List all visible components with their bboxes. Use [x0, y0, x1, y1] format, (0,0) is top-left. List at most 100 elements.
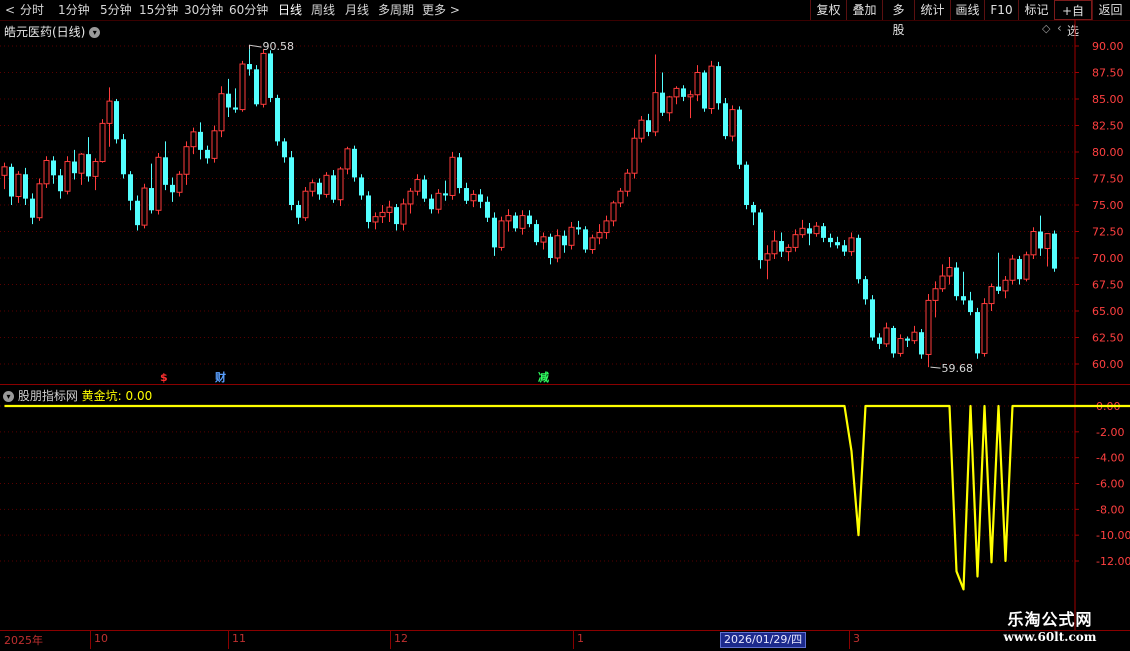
period-tab-fenshi[interactable]: 分时 — [20, 2, 44, 18]
indicator-chart[interactable]: 0.00-2.00-4.00-6.00-8.00-10.00-12.00 — [0, 385, 1130, 630]
candle-body-up — [814, 226, 819, 233]
candle-body-down — [254, 69, 259, 104]
candle-body-down — [422, 180, 427, 199]
candle-body-down — [58, 175, 63, 191]
y-axis-label: 60.00 — [1092, 358, 1124, 371]
multi-stock-button[interactable]: 多股 — [882, 0, 914, 20]
candle-body-down — [331, 175, 336, 199]
candle-body-down — [23, 174, 28, 198]
candle-body-down — [835, 242, 840, 245]
candle-body-up — [982, 304, 987, 354]
candle-body-up — [989, 287, 994, 304]
indicator-series-value: 0.00 — [126, 389, 153, 403]
candle-body-down — [548, 237, 553, 258]
mark-button[interactable]: 标记 — [1018, 0, 1054, 20]
candle-body-up — [1045, 234, 1050, 249]
candle-body-down — [30, 199, 35, 218]
candle-body-up — [1003, 280, 1008, 291]
candle-body-down — [359, 177, 364, 195]
time-axis-tick — [90, 631, 91, 649]
candle-body-up — [79, 154, 84, 173]
high-price-label: 90.58 — [263, 40, 295, 53]
candle-body-down — [744, 165, 749, 205]
candle-body-down — [226, 94, 231, 108]
period-tab-30min[interactable]: 30分钟 — [184, 2, 223, 18]
period-tab-multi[interactable]: 多周期 — [378, 2, 414, 18]
candle-body-down — [919, 332, 924, 354]
return-button[interactable]: 返回 — [1092, 0, 1128, 20]
candle-body-down — [429, 199, 434, 210]
candle-body-down — [1017, 259, 1022, 279]
candle-body-up — [1010, 259, 1015, 280]
watermark-url: www.60lt.com — [985, 630, 1115, 644]
candle-body-up — [793, 235, 798, 248]
candle-body-down — [149, 188, 154, 210]
draw-line-button[interactable]: 画线 — [950, 0, 984, 20]
candle-body-down — [1052, 234, 1057, 269]
candle-body-up — [597, 233, 602, 238]
fuquan-button[interactable]: 复权 — [810, 0, 846, 20]
stock-title: 皓元医药(日线) — [4, 25, 85, 39]
candle-body-up — [93, 162, 98, 177]
candle-body-up — [373, 217, 378, 222]
candle-body-up — [415, 180, 420, 192]
period-tab-monthly[interactable]: 月线 — [345, 2, 369, 18]
candle-body-down — [534, 224, 539, 242]
candle-body-up — [471, 194, 476, 200]
candle-body-up — [653, 93, 658, 132]
candle-body-down — [646, 120, 651, 132]
event-marker: 财 — [214, 370, 226, 384]
candle-body-up — [625, 173, 630, 191]
candle-body-down — [870, 299, 875, 337]
candle-body-down — [702, 73, 707, 109]
overlay-button[interactable]: 叠加 — [846, 0, 882, 20]
y-axis-label: -12.00 — [1096, 555, 1130, 568]
back-arrow-icon[interactable]: < — [5, 2, 15, 18]
candle-body-up — [604, 221, 609, 233]
period-tab-more[interactable]: 更多 > — [422, 2, 460, 18]
candle-body-up — [569, 227, 574, 245]
candle-body-down — [842, 245, 847, 251]
indicator-title-bar: ▾ 股朋指标网 黄金坑: 0.00 — [3, 387, 152, 404]
chevron-down-icon[interactable]: ▾ — [89, 27, 100, 38]
candle-body-up — [65, 162, 70, 192]
candle-body-down — [352, 149, 357, 178]
candlestick-chart[interactable]: 90.0087.5085.0082.5080.0077.5075.0072.50… — [0, 20, 1130, 385]
candle-body-up — [184, 147, 189, 175]
f10-button[interactable]: F10 — [984, 0, 1018, 20]
candle-body-down — [317, 183, 322, 195]
candle-body-down — [457, 157, 462, 188]
candle-body-up — [261, 53, 266, 104]
candle-body-down — [968, 300, 973, 312]
candle-body-down — [527, 216, 532, 224]
watermark-title: 乐淘公式网 — [985, 606, 1115, 630]
candle-body-up — [940, 276, 945, 289]
period-tab-15min[interactable]: 15分钟 — [139, 2, 178, 18]
period-tab-weekly[interactable]: 周线 — [311, 2, 335, 18]
period-tab-60min[interactable]: 60分钟 — [229, 2, 268, 18]
chevron-left-icon[interactable]: ‹ — [1057, 21, 1062, 35]
period-tab-5min[interactable]: 5分钟 — [100, 2, 132, 18]
time-axis-label: 3 — [853, 632, 860, 645]
period-tab-1min[interactable]: 1分钟 — [58, 2, 90, 18]
time-axis-tick — [228, 631, 229, 649]
statistics-button[interactable]: 统计 — [914, 0, 950, 20]
candle-body-up — [730, 110, 735, 137]
chevron-down-icon[interactable]: ▾ — [3, 391, 14, 402]
add-watchlist-button[interactable]: +自选 — [1054, 0, 1092, 20]
period-tab-daily[interactable]: 日线 — [278, 2, 302, 18]
diamond-icon[interactable]: ◇ — [1042, 22, 1050, 35]
time-axis-tick — [573, 631, 574, 649]
candle-body-down — [121, 139, 126, 174]
time-axis-tick — [849, 631, 850, 649]
period-toolbar: < 分时 1分钟 5分钟 15分钟 30分钟 60分钟 日线 周线 月线 多周期… — [0, 0, 1130, 21]
candle-body-down — [877, 338, 882, 344]
candle-body-down — [464, 188, 469, 201]
main-chart-title-bar: 皓元医药(日线) ▾ — [4, 23, 100, 40]
high-marker — [250, 45, 262, 49]
candle-body-up — [156, 157, 161, 210]
time-axis-label: 2025年 — [4, 632, 43, 648]
cursor-date-label: 2026/01/29/四 — [720, 632, 806, 648]
time-axis-tick — [390, 631, 391, 649]
candle-body-up — [639, 120, 644, 138]
